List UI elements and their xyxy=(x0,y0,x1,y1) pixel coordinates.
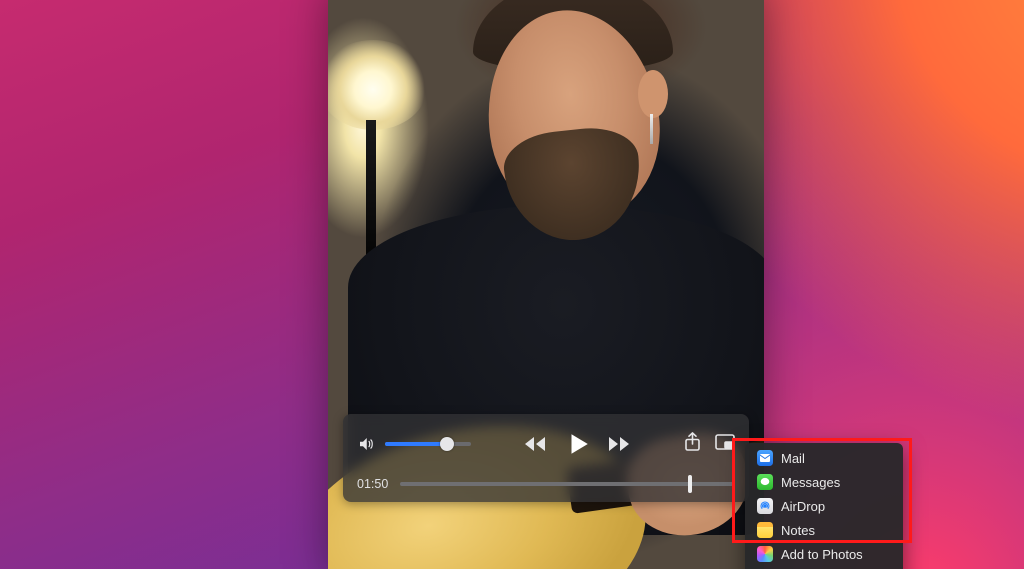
share-item-label: Notes xyxy=(781,523,815,538)
rewind-button[interactable] xyxy=(525,434,549,454)
share-item-airdrop[interactable]: AirDrop xyxy=(745,494,903,518)
photos-icon xyxy=(757,546,773,562)
volume-icon[interactable] xyxy=(357,435,375,453)
video-player-window: 01:50 xyxy=(328,0,764,569)
volume-slider[interactable] xyxy=(385,442,471,446)
share-item-label: Add to Photos xyxy=(781,547,863,562)
picture-in-picture-button[interactable] xyxy=(715,434,735,455)
notes-icon xyxy=(757,522,773,538)
fast-forward-button[interactable] xyxy=(607,434,631,454)
mail-icon xyxy=(757,450,773,466)
play-button[interactable] xyxy=(565,431,591,457)
share-item-mail[interactable]: Mail xyxy=(745,446,903,470)
share-item-add-to-photos[interactable]: Add to Photos xyxy=(745,542,903,566)
messages-icon xyxy=(757,474,773,490)
share-item-label: AirDrop xyxy=(781,499,825,514)
share-item-notes[interactable]: Notes xyxy=(745,518,903,542)
share-button[interactable] xyxy=(684,432,701,457)
scrubber[interactable] xyxy=(400,482,735,486)
playback-controls: 01:50 xyxy=(343,414,749,502)
share-item-label: Messages xyxy=(781,475,840,490)
airdrop-icon xyxy=(757,498,773,514)
share-item-messages[interactable]: Messages xyxy=(745,470,903,494)
current-time: 01:50 xyxy=(357,477,388,491)
share-item-label: Mail xyxy=(781,451,805,466)
share-menu: Mail Messages AirDrop Notes Add to Photo… xyxy=(745,443,903,569)
